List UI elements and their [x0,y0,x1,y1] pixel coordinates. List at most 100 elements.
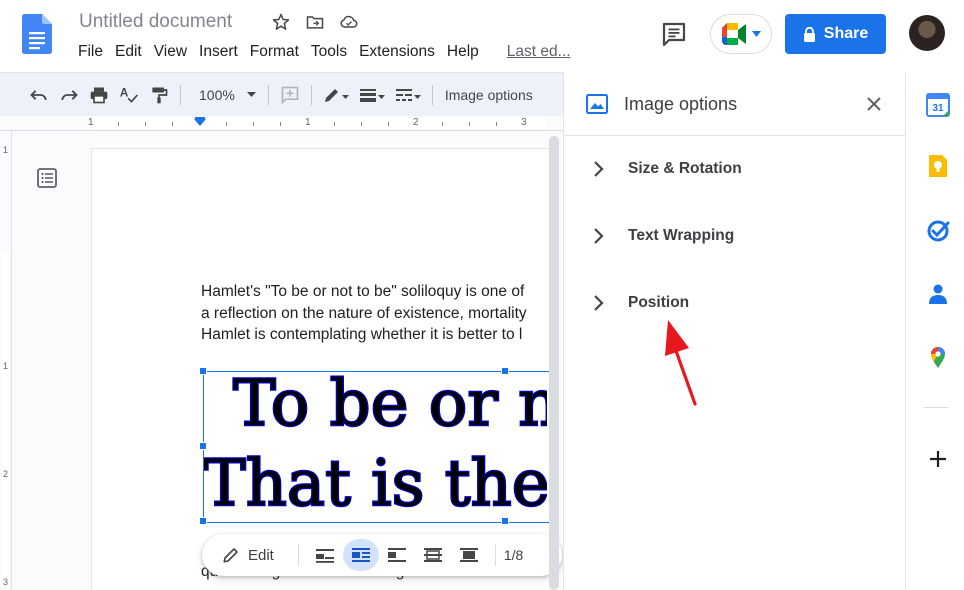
comment-history-icon[interactable] [660,20,688,48]
meet-button[interactable] [710,14,772,54]
section-position[interactable]: Position [564,279,906,327]
add-comment-icon[interactable] [275,80,305,110]
app-header: Untitled document File Edit View Insert … [0,0,964,72]
last-edit-link[interactable]: Last ed... [501,43,577,61]
image-icon [586,94,608,114]
chevron-right-icon [594,228,604,244]
contacts-icon[interactable] [926,282,950,306]
rail-separator [924,407,948,408]
vruler-mark: 1 [3,361,9,371]
toolbar-separator [494,544,496,566]
left-indent-handle[interactable] [194,119,206,126]
pen-icon[interactable] [318,80,354,110]
tasks-icon[interactable] [926,219,950,243]
vertical-scrollbar[interactable] [549,136,559,590]
wrap-text-icon[interactable] [342,539,379,571]
edit-image-button[interactable]: Edit [222,546,274,564]
ruler-mark: 1 [305,117,311,128]
docs-logo-icon[interactable] [22,14,52,54]
ruler-mark: 3 [521,117,527,128]
border-weight-icon[interactable] [354,80,390,110]
ruler-tick [226,122,227,126]
section-size-rotation[interactable]: Size & Rotation [564,145,906,193]
ruler-tick [334,122,335,126]
break-text-icon[interactable] [379,539,415,571]
document-page[interactable] [92,149,552,590]
undo-icon[interactable] [24,80,54,110]
wrap-inline-icon[interactable] [307,539,343,571]
menu-insert[interactable]: Insert [193,43,244,61]
cloud-saved-icon[interactable] [337,10,361,34]
paint-format-icon[interactable] [144,80,174,110]
move-to-folder-icon[interactable] [303,10,327,34]
paragraph-line: Hamlet's "To be or not to be" soliloquy … [201,283,525,300]
menu-edit[interactable]: Edit [109,43,148,61]
resize-handle[interactable] [501,367,509,375]
annotation-arrow-icon [665,320,697,406]
share-label: Share [823,25,869,42]
toolbar-separator [297,544,299,566]
chevron-down-icon [751,31,761,37]
image-page-indicator: 1/8 [503,547,524,563]
menu-extensions[interactable]: Extensions [353,43,441,61]
image-options-panel: Image options Size & Rotation Text Wrapp… [563,72,906,590]
chevron-right-icon [594,295,604,311]
ruler-page-area [92,118,547,129]
share-button[interactable]: Share [785,14,886,54]
star-icon[interactable] [269,10,293,34]
zoom-select[interactable]: 100% [187,87,262,103]
ruler-tick [496,122,497,126]
ruler-mark: 1 [88,117,94,128]
vruler-page-area [2,253,10,590]
chevron-down-icon [246,92,256,97]
vertical-ruler: 1 1 2 3 [0,131,12,590]
add-addon-icon[interactable] [926,447,950,471]
calendar-icon[interactable]: 31 [926,93,950,117]
document-title[interactable]: Untitled document [79,11,232,33]
toolbar-separator [431,84,433,105]
in-front-of-text-icon[interactable] [451,539,487,571]
ruler-tick [172,122,173,126]
menu-file[interactable]: File [72,43,109,61]
section-label: Text Wrapping [628,227,735,244]
toolbar-separator [267,84,269,105]
zoom-value: 100% [199,86,235,103]
editing-toolbar: A 100% Image options [0,72,563,116]
print-icon[interactable] [84,80,114,110]
toolbar-separator [310,84,312,105]
vruler-mark: 1 [3,145,9,155]
document-canvas[interactable]: Hamlet's "To be or not to be" soliloquy … [12,131,563,590]
document-outline-icon[interactable] [36,167,58,189]
resize-handle[interactable] [199,442,207,450]
menu-view[interactable]: View [148,43,193,61]
ruler-tick [253,122,254,126]
resize-handle[interactable] [199,517,207,525]
menu-format[interactable]: Format [244,43,305,61]
pencil-icon [223,548,238,563]
menu-tools[interactable]: Tools [305,43,353,61]
menu-help[interactable]: Help [441,43,485,61]
edit-label: Edit [248,546,274,564]
ruler-tick [361,122,362,126]
border-dash-icon[interactable] [390,80,426,110]
image-floating-toolbar: Edit 1/8 [202,534,562,576]
section-text-wrapping[interactable]: Text Wrapping [564,212,906,260]
ruler-tick [145,122,146,126]
body-paragraph[interactable]: Hamlet's "To be or not to be" soliloquy … [201,281,551,346]
menu-bar: File Edit View Insert Format Tools Exten… [72,43,577,61]
meet-icon [721,23,746,45]
image-options-toolbar-button[interactable]: Image options [445,87,533,103]
image-selection-border [203,371,553,523]
close-icon[interactable] [864,94,884,114]
resize-handle[interactable] [199,367,207,375]
ruler-tick [442,122,443,126]
redo-icon[interactable] [54,80,84,110]
maps-icon[interactable] [926,345,950,369]
avatar[interactable] [909,15,945,51]
keep-icon[interactable] [926,154,950,178]
behind-text-icon[interactable] [415,539,451,571]
ruler-tick [280,122,281,126]
ruler-tick [118,122,119,126]
spellcheck-icon[interactable]: A [114,80,144,110]
resize-handle[interactable] [501,517,509,525]
